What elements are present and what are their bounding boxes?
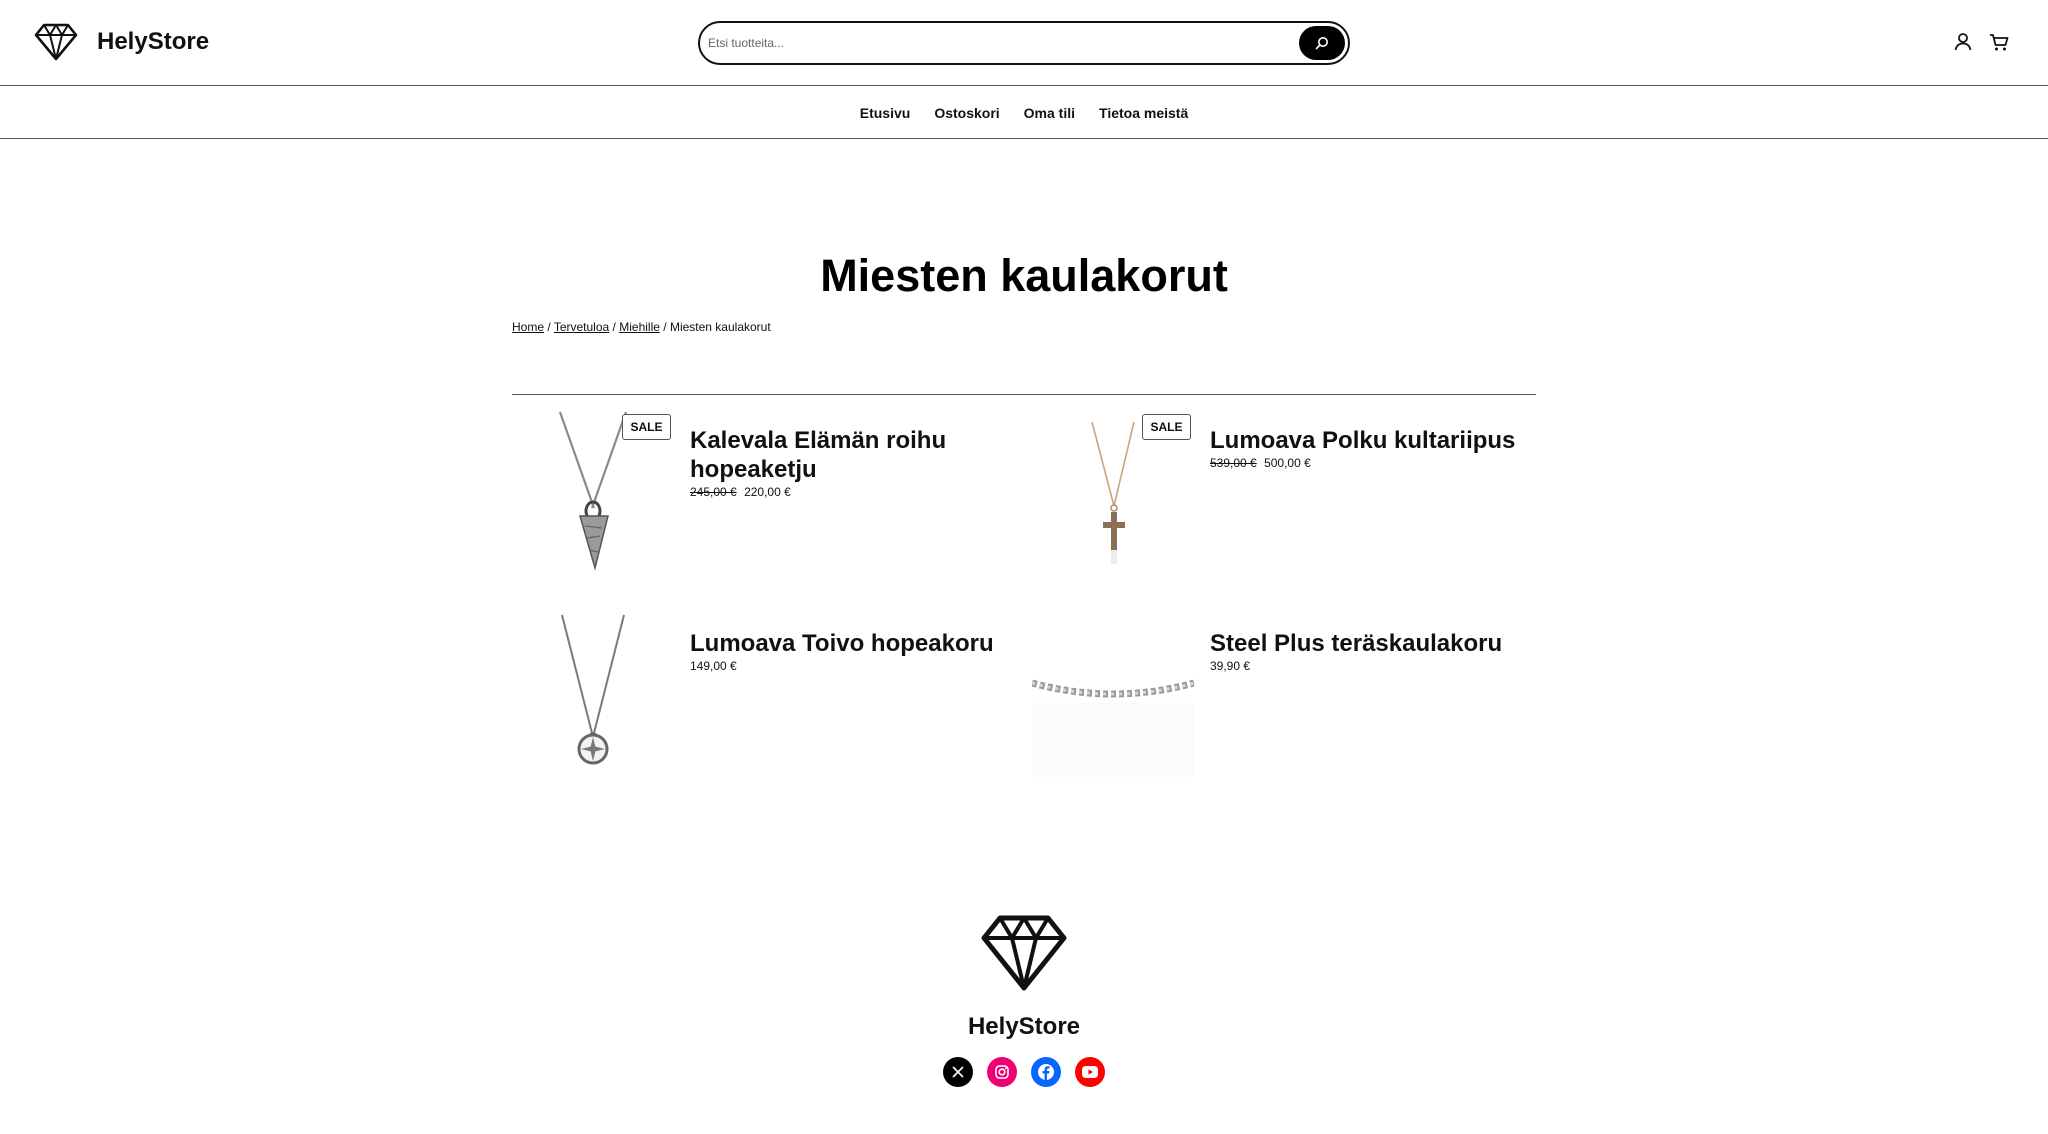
breadcrumb-separator: / [612,320,616,334]
nav-item-oma-tili[interactable]: Oma tili [1024,105,1075,121]
header-actions [1952,31,2010,53]
breadcrumb-home[interactable]: Home [512,320,544,334]
sale-price: 220,00 € [744,485,791,499]
page-title: Miesten kaulakorut [820,250,1228,301]
product-card: Steel Plus teräskaulakoru 39,90 € [1031,613,1544,783]
breadcrumb: Home / Tervetuloa / Miehille / Miesten k… [512,320,771,334]
nav-item-tietoa-meista[interactable]: Tietoa meistä [1099,105,1188,121]
search-bar [698,21,1350,65]
search-button[interactable] [1299,26,1345,60]
x-icon[interactable] [943,1057,973,1087]
sale-badge: SALE [1142,414,1191,440]
necklace-compass-pendant-image [561,614,625,765]
diamond-logo-icon [34,23,78,61]
sale-price: 500,00 € [1264,456,1311,470]
nav-item-etusivu[interactable]: Etusivu [860,105,911,121]
product-card: Lumoava Toivo hopeakoru 149,00 € [512,613,1024,783]
price: 39,90 € [1210,659,1251,673]
product-title[interactable]: Lumoava Toivo hopeakoru [690,629,1010,658]
breadcrumb-separator: / [663,320,667,334]
search-icon [1315,37,1328,50]
nav-item-ostoskori[interactable]: Ostoskori [934,105,999,121]
cart-icon[interactable] [1988,31,2010,53]
breadcrumb-tervetuloa[interactable]: Tervetuloa [554,320,609,334]
product-list-divider [512,394,1536,395]
facebook-icon[interactable] [1031,1057,1061,1087]
product-card: SALE Lumoava Polku kultariipus 539,00 € … [1032,410,1544,580]
site-logo[interactable]: HelyStore [34,22,209,62]
social-links [943,1057,1105,1087]
product-price: 539,00 € 500,00 € [1210,456,1311,470]
product-card: SALE Kalevala Elämän roihu hopeaketju 24… [512,410,1024,580]
product-price: 39,90 € [1210,659,1250,673]
diamond-logo-icon[interactable] [980,913,1068,993]
steel-chain-necklace-image [1031,679,1195,777]
site-title[interactable]: HelyStore [97,28,209,56]
sale-badge: SALE [622,414,671,440]
product-title[interactable]: Lumoava Polku kultariipus [1210,426,1530,455]
youtube-icon[interactable] [1075,1057,1105,1087]
product-price: 245,00 € 220,00 € [690,485,791,499]
search-input[interactable] [708,30,1288,56]
main-nav: Etusivu Ostoskori Oma tili Tietoa meistä [0,87,2048,139]
product-title[interactable]: Kalevala Elämän roihu hopeaketju [690,426,1010,484]
product-title[interactable]: Steel Plus teräskaulakoru [1210,629,1530,658]
site-header: HelyStore [0,0,2048,86]
breadcrumb-separator: / [547,320,551,334]
breadcrumb-current: Miesten kaulakorut [669,320,771,334]
regular-price: 539,00 € [1210,456,1257,470]
product-image[interactable] [1031,613,1195,777]
price: 149,00 € [690,659,737,673]
account-icon[interactable] [1952,31,1974,53]
product-price: 149,00 € [690,659,737,673]
breadcrumb-miehille[interactable]: Miehille [619,320,660,334]
footer-site-title[interactable]: HelyStore [0,1013,2048,1041]
regular-price: 245,00 € [690,485,737,499]
instagram-icon[interactable] [987,1057,1017,1087]
product-image[interactable] [512,613,674,777]
